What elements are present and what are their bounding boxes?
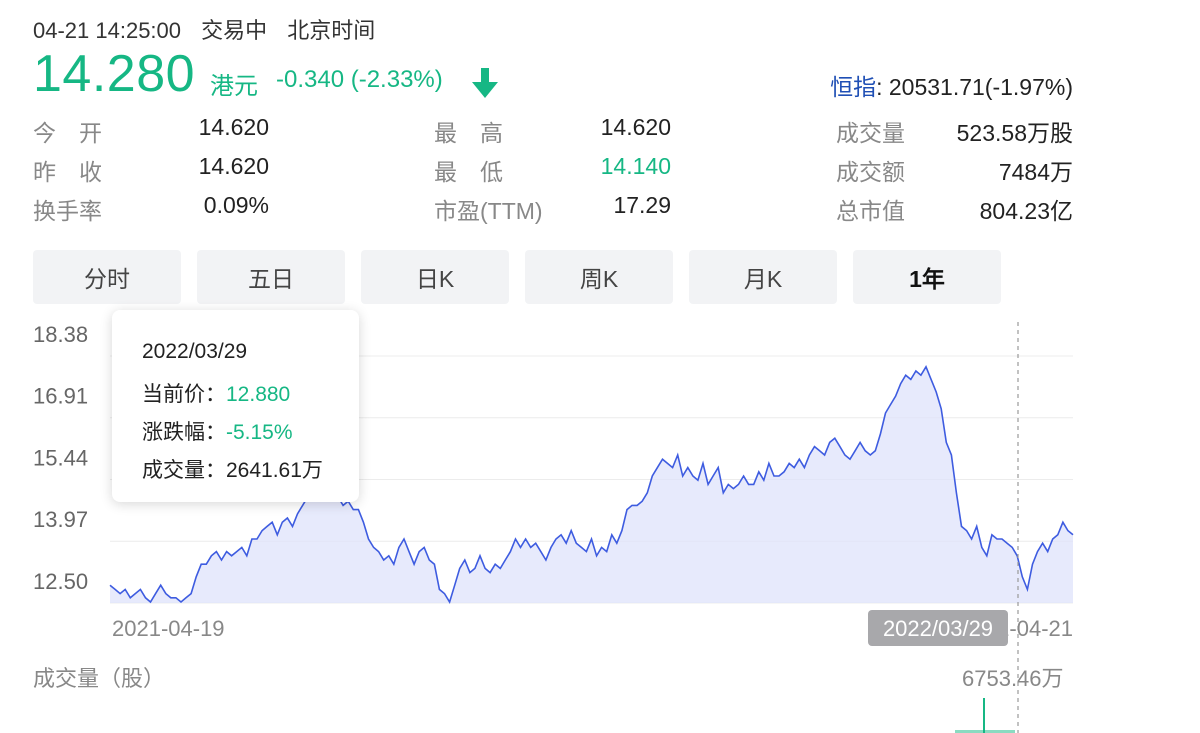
tooltip-change: 涨跌幅：-5.15%	[142, 416, 293, 446]
volume-max: 6753.46万	[962, 666, 1064, 691]
quote-time: 04-21 14:25:00	[33, 18, 182, 43]
price-change: -0.340 (-2.33%)	[276, 66, 443, 93]
stat-value: 0.09%	[203, 192, 269, 218]
index-link[interactable]: 恒指	[830, 74, 876, 100]
current-price: 14.280	[33, 45, 196, 103]
y-tick-label: 15.44	[33, 445, 88, 470]
status-bar: 04-21 14:25:00 交易中 北京时间	[33, 13, 389, 45]
index-value: : 20531.71(-1.97%)	[876, 74, 1073, 100]
tooltip-volume-label: 成交量：	[142, 459, 226, 482]
tab-5[interactable]: 1年	[853, 250, 1001, 304]
y-tick-label: 16.91	[33, 384, 88, 409]
stat-value: 17.29	[613, 192, 671, 218]
volume-label: 成交量（股）	[33, 666, 166, 691]
tooltip-change-label: 涨跌幅：	[142, 421, 226, 444]
tooltip-volume-value: 2641.61万	[226, 459, 323, 482]
stat-value: 14.620	[600, 114, 671, 140]
tooltip-price: 当前价：12.880	[142, 378, 290, 408]
stat-value: 14.140	[600, 153, 671, 179]
stat-value: 14.620	[198, 114, 269, 140]
stat-value: 7484万	[998, 159, 1073, 185]
chart-tooltip: 2022/03/29 当前价：12.880 涨跌幅：-5.15% 成交量：264…	[112, 310, 359, 502]
stat-value: 523.58万股	[956, 120, 1073, 146]
x-axis-label: 2021-04-19	[112, 616, 225, 641]
y-tick-label: 12.50	[33, 569, 88, 594]
timezone-label: 北京时间	[287, 18, 376, 43]
trading-status: 交易中	[201, 18, 268, 43]
tooltip-price-value: 12.880	[226, 383, 291, 406]
tab-3[interactable]: 周K	[525, 250, 673, 304]
volume-bar	[983, 698, 985, 733]
index-quote: 恒指: 20531.71(-1.97%)	[830, 68, 1073, 102]
crosshair-date-label: 2022/03/29	[883, 616, 993, 641]
stat-value: 804.23亿	[979, 198, 1073, 224]
tab-2[interactable]: 日K	[361, 250, 509, 304]
y-tick-label: 18.38	[33, 322, 88, 347]
currency-label: 港元	[210, 73, 258, 100]
tooltip-price-label: 当前价：	[142, 383, 226, 406]
stat-value: 14.620	[198, 153, 269, 179]
tooltip-volume: 成交量：2641.61万	[142, 454, 323, 484]
tab-1[interactable]: 五日	[197, 250, 345, 304]
tooltip-change-value: -5.15%	[226, 421, 293, 444]
tooltip-date: 2022/03/29	[142, 340, 248, 363]
y-tick-label: 13.97	[33, 507, 88, 532]
arrow-down-icon	[472, 68, 498, 98]
tab-0[interactable]: 分时	[33, 250, 181, 304]
tab-4[interactable]: 月K	[689, 250, 837, 304]
